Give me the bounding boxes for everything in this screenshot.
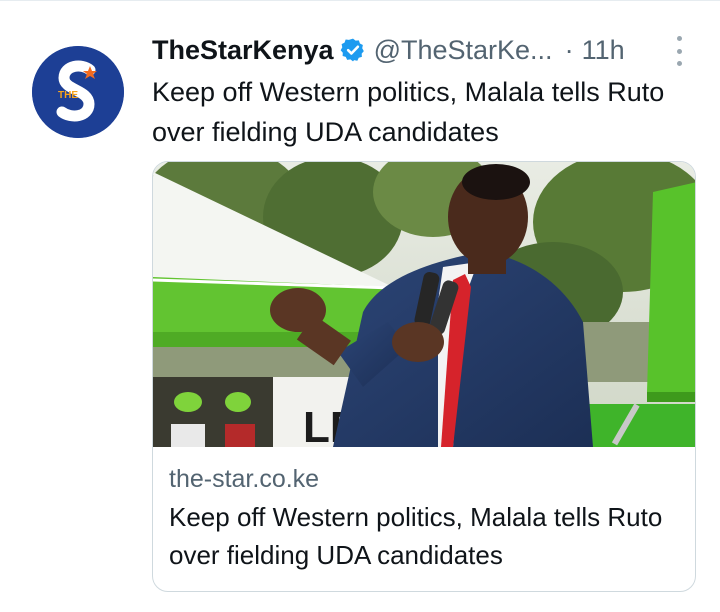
tweet-timestamp[interactable]: 11h [582,35,625,66]
card-image: LEO MAI [153,162,695,447]
more-dot [676,36,682,41]
link-preview-card[interactable]: LEO MAI the-star.co.ke Keep off Western … [152,161,696,592]
more-dot [676,48,682,54]
separator-dot: · [564,34,574,65]
top-divider [0,0,720,1]
speaker-photo: LEO MAI [153,162,695,447]
card-meta: the-star.co.ke Keep off Western politics… [169,462,689,574]
verified-badge-icon [340,38,364,62]
author-name[interactable]: TheStarKenya [152,35,334,66]
tweet-text: Keep off Western politics, Malala tells … [152,77,665,147]
more-options-icon[interactable] [668,36,690,66]
more-dot [676,61,682,66]
tweet-header: TheStarKenya @TheStarKe... · 11h [152,30,692,70]
author-handle[interactable]: @TheStarKe... [374,35,553,66]
svg-text:THE: THE [58,90,78,101]
author-avatar[interactable]: THE [32,46,124,138]
card-domain: the-star.co.ke [169,465,320,493]
card-title: Keep off Western politics, Malala tells … [169,502,663,570]
the-star-logo-icon: THE [32,46,124,138]
